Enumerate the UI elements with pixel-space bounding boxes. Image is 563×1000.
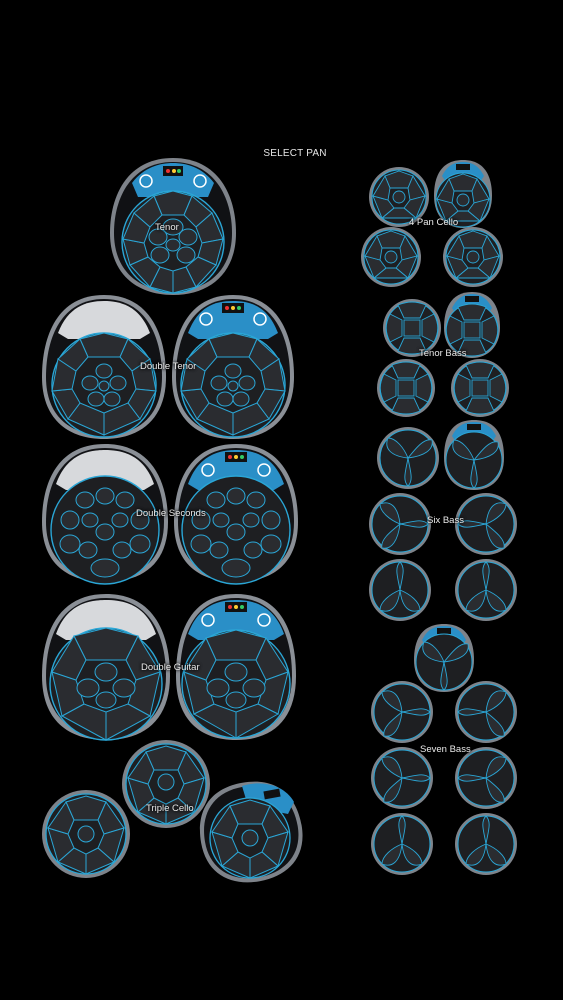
- six-bass-drum-2: [442, 418, 506, 497]
- drum-graphic: [434, 160, 492, 228]
- triple-cello-left-drum: [40, 788, 132, 885]
- double-tenor-right-drum: [170, 293, 296, 446]
- drum-graphic: [371, 813, 433, 875]
- drum-graphic: [444, 420, 504, 490]
- six-bass-drum-5: [368, 558, 432, 627]
- drum-graphic: [172, 295, 294, 439]
- drum-graphic: [451, 359, 509, 417]
- double-seconds-left-drum: [40, 442, 170, 589]
- double-guitar-left-drum: [40, 592, 172, 747]
- drum-graphic: [455, 813, 517, 875]
- tenor-bass-drum-4: [450, 358, 510, 423]
- six-bass-drum-3: [368, 492, 432, 561]
- four-pan-cello-drum-4: [442, 226, 504, 293]
- four-pan-cello-drum-1: [368, 166, 430, 233]
- seven-bass-drum-4: [370, 746, 434, 815]
- drum-graphic: [176, 594, 296, 740]
- tenor-bass-drum-2: [442, 290, 502, 365]
- drum-graphic: [110, 158, 236, 295]
- drum-graphic: [377, 427, 439, 489]
- tenor-drum: [108, 155, 238, 302]
- double-guitar-right-drum: [174, 592, 298, 747]
- drum-graphic: [369, 167, 429, 227]
- drum-graphic: [42, 594, 170, 741]
- drum-graphic: [455, 681, 517, 743]
- drum-graphic: [42, 790, 130, 878]
- double-seconds-right-drum: [172, 442, 300, 589]
- seven-bass-drum-5: [454, 746, 518, 815]
- drum-graphic: [42, 295, 166, 439]
- drum-graphic: [455, 559, 517, 621]
- drum-graphic: [455, 747, 517, 809]
- six-bass-drum-1: [376, 426, 440, 495]
- drum-graphic: [443, 227, 503, 287]
- triple-cello-right-drum: [198, 780, 304, 889]
- drum-graphic: [361, 227, 421, 287]
- tenor-bass-drum-1: [382, 298, 442, 363]
- drum-graphic: [371, 747, 433, 809]
- double-tenor-left-drum: [40, 293, 168, 446]
- drum-graphic: [383, 299, 441, 357]
- seven-bass-drum-3: [454, 680, 518, 749]
- four-pan-cello-drum-2: [432, 158, 494, 235]
- drum-graphic: [42, 444, 168, 585]
- tenor-bass-drum-3: [376, 358, 436, 423]
- seven-bass-drum-6: [370, 812, 434, 881]
- seven-bass-drum-2: [370, 680, 434, 749]
- drum-graphic: [455, 493, 517, 555]
- drum-graphic: [200, 781, 303, 883]
- drum-graphic: [371, 681, 433, 743]
- six-bass-drum-6: [454, 558, 518, 627]
- drum-graphic: [369, 559, 431, 621]
- six-bass-drum-4: [454, 492, 518, 561]
- drum-graphic: [444, 292, 500, 358]
- four-pan-cello-drum-3: [360, 226, 422, 293]
- seven-bass-drum-7: [454, 812, 518, 881]
- drum-graphic: [174, 444, 298, 585]
- drum-graphic: [377, 359, 435, 417]
- drum-graphic: [369, 493, 431, 555]
